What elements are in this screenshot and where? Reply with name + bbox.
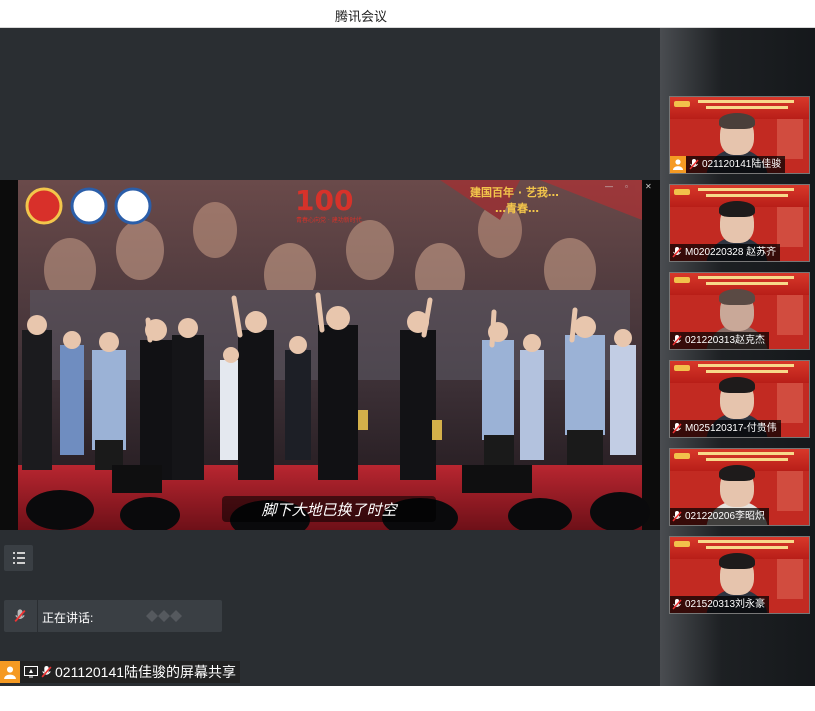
- stage-performance-image: 100 青春心向党 · 建功新时代 建国百年 · 艺我… …青春… — ▫ ✕: [0, 180, 660, 530]
- participant-tile[interactable]: 021120141陆佳骏: [669, 96, 810, 174]
- speaking-indicator: 正在讲话:: [4, 600, 222, 632]
- audio-wave-icon: [146, 610, 182, 622]
- participant-label: 021220206李昭炽: [670, 508, 770, 525]
- logo-100-text: 100: [295, 184, 353, 217]
- participant-tile[interactable]: 021220206李昭炽: [669, 448, 810, 526]
- participant-label: 021120141陆佳骏: [670, 156, 786, 173]
- participant-name: M025120317-付贵伟: [685, 423, 777, 434]
- banner-text-1: 建国百年 · 艺我…: [470, 185, 559, 199]
- svg-text:▫: ▫: [625, 182, 628, 191]
- logo-tagline: 青春心向党 · 建功新时代: [296, 216, 362, 224]
- window-title: 腾讯会议: [335, 9, 388, 24]
- mic-muted-icon: [689, 159, 699, 170]
- video-subtitle: 脚下大地已换了时空: [261, 501, 398, 519]
- title-bar: 腾讯会议: [0, 0, 815, 28]
- screen-share-status-bar[interactable]: 021120141陆佳骏的屏幕共享: [0, 661, 241, 683]
- screen-share-label: 021120141陆佳骏的屏幕共享: [55, 664, 237, 680]
- mic-muted-icon: [672, 599, 682, 610]
- svg-text:—: —: [605, 182, 613, 191]
- participant-tile[interactable]: M025120317-付贵伟: [669, 360, 810, 438]
- host-user-icon: [670, 156, 686, 173]
- participant-tile[interactable]: 021520313刘永豪: [669, 536, 810, 614]
- mic-muted-icon: [672, 335, 682, 346]
- host-user-icon: [0, 661, 20, 683]
- screen-share-icon: [24, 666, 38, 678]
- window-bottom-edge: [0, 686, 815, 711]
- participant-label: 021520313刘永豪: [670, 596, 770, 613]
- participant-label: M025120317-付贵伟: [670, 420, 781, 437]
- participant-tile[interactable]: 021220313赵克杰: [669, 272, 810, 350]
- participant-name: 021520313刘永豪: [685, 599, 766, 610]
- participant-name: M020220328 赵苏齐: [685, 247, 777, 258]
- mic-muted-icon: [41, 666, 52, 678]
- screen-share-view[interactable]: 100 青春心向党 · 建功新时代 建国百年 · 艺我… …青春… — ▫ ✕: [0, 180, 660, 530]
- participant-name: 021220206李昭炽: [685, 511, 766, 522]
- mic-muted-icon: [672, 511, 682, 522]
- participant-name: 021120141陆佳骏: [702, 159, 782, 170]
- mic-muted-icon: [672, 247, 682, 258]
- participant-tile[interactable]: M020220328 赵苏齐: [669, 184, 810, 262]
- svg-text:✕: ✕: [645, 182, 652, 191]
- speaking-label: 正在讲话:: [42, 611, 94, 625]
- mic-muted-icon: [14, 609, 26, 622]
- participant-list-button[interactable]: [4, 545, 33, 571]
- list-icon: [13, 552, 25, 564]
- participant-name: 021220313赵克杰: [685, 335, 766, 346]
- participant-label: 021220313赵克杰: [670, 332, 770, 349]
- banner-text-2: …青春…: [495, 201, 539, 215]
- mic-muted-icon: [672, 423, 682, 434]
- participant-label: M020220328 赵苏齐: [670, 244, 781, 261]
